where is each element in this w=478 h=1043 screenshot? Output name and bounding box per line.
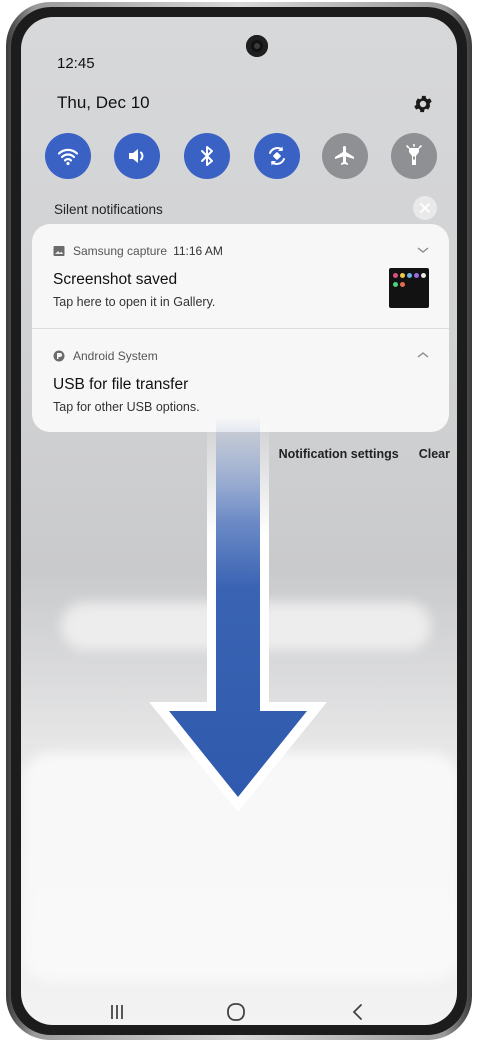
notification-card: Samsung capture 11:16 AM Screenshot save… <box>32 224 449 432</box>
chevron-up-icon[interactable] <box>417 350 429 360</box>
notification-app-name: Android System <box>73 349 158 363</box>
clear-button[interactable]: Clear <box>419 447 450 461</box>
notification-body: Tap for other USB options. <box>53 400 200 414</box>
phone-frame: 12:45 Thu, Dec 10 Silent notifications S… <box>6 2 472 1040</box>
bluetooth-icon <box>201 146 213 166</box>
notification-app-row: Samsung capture 11:16 AM <box>53 244 223 258</box>
airplane-icon <box>335 146 354 165</box>
silent-notifications-label: Silent notifications <box>54 202 163 217</box>
wifi-toggle[interactable] <box>45 133 91 179</box>
sound-toggle[interactable] <box>114 133 160 179</box>
close-icon <box>420 203 430 213</box>
wifi-icon <box>57 148 79 166</box>
notification-body: Tap here to open it in Gallery. <box>53 295 216 309</box>
notification-title: Screenshot saved <box>53 271 178 288</box>
image-icon <box>53 246 65 256</box>
notification-screenshot[interactable]: Samsung capture 11:16 AM Screenshot save… <box>32 224 449 328</box>
navigation-bar <box>21 992 457 1025</box>
chevron-down-icon[interactable] <box>417 245 429 255</box>
auto-rotate-toggle[interactable] <box>254 133 300 179</box>
airplane-mode-toggle[interactable] <box>322 133 368 179</box>
dismiss-silent-button[interactable] <box>413 196 437 220</box>
home-icon[interactable] <box>224 1000 248 1024</box>
sound-icon <box>129 149 144 163</box>
rotate-icon <box>269 146 285 166</box>
notification-panel: 12:45 Thu, Dec 10 Silent notifications S… <box>21 17 457 1025</box>
back-icon[interactable] <box>346 1000 370 1024</box>
notification-title: USB for file transfer <box>53 376 189 393</box>
quick-settings-row <box>45 133 437 179</box>
status-time: 12:45 <box>57 55 95 72</box>
gear-icon[interactable] <box>412 93 434 115</box>
notification-time: 11:16 AM <box>173 244 223 258</box>
date-label: Thu, Dec 10 <box>57 93 150 112</box>
notification-app-name: Samsung capture <box>73 244 168 258</box>
flashlight-toggle[interactable] <box>391 133 437 179</box>
front-camera <box>246 35 268 57</box>
swipe-down-arrow-icon <box>149 417 327 812</box>
android-system-icon <box>53 350 65 362</box>
screenshot-thumbnail <box>389 268 429 308</box>
flashlight-icon <box>406 144 422 165</box>
recents-icon[interactable] <box>105 1000 129 1024</box>
bluetooth-toggle[interactable] <box>184 133 230 179</box>
notification-app-row: Android System <box>53 349 158 363</box>
phone-bezel: 12:45 Thu, Dec 10 Silent notifications S… <box>11 7 467 1035</box>
